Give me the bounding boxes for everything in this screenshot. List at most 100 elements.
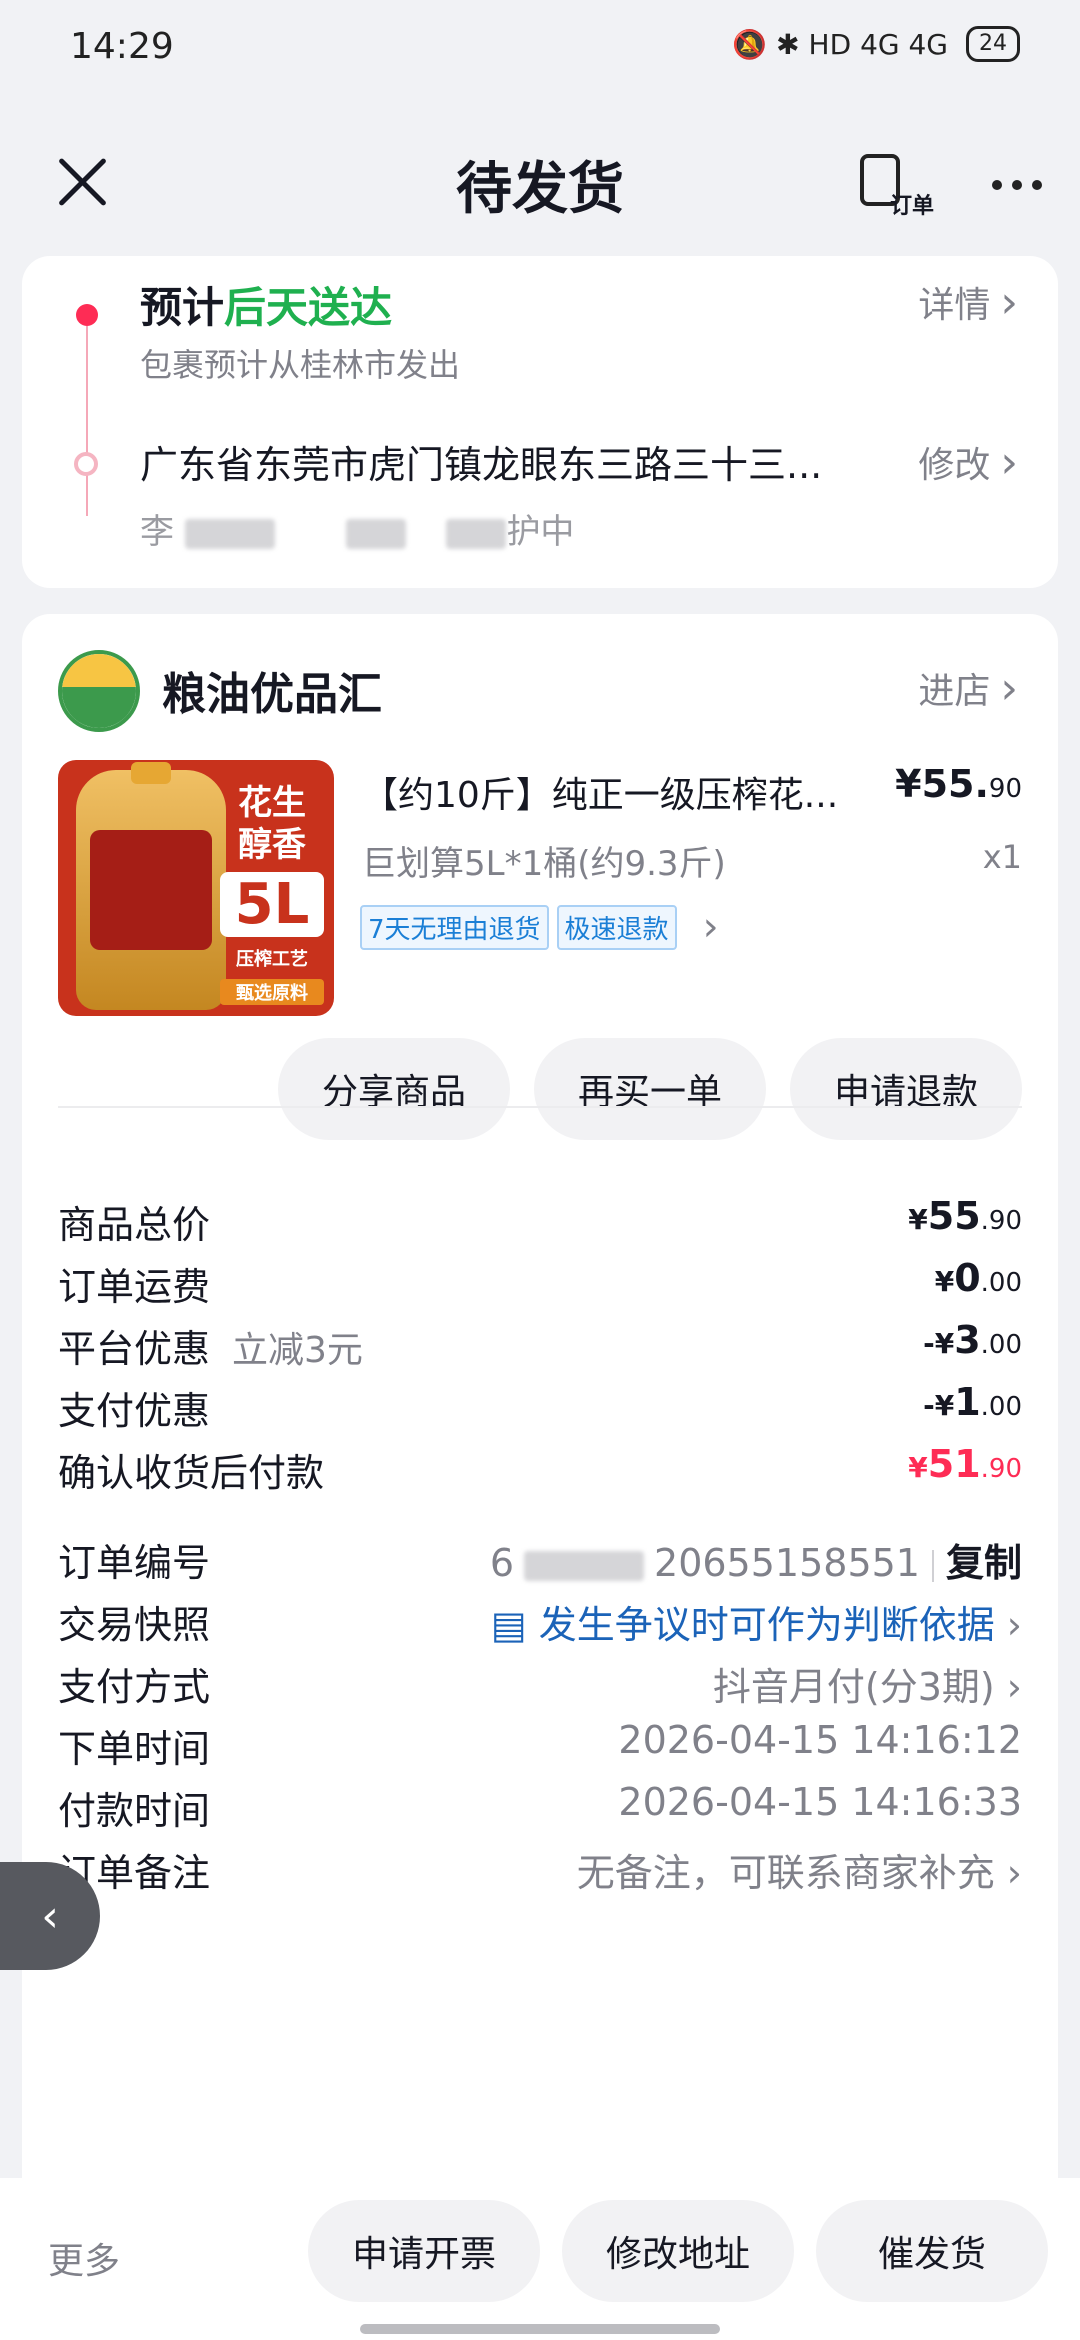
amount-sign: - (923, 1389, 935, 1422)
tag-select: 甄选原料 (220, 979, 324, 1005)
redacted-phone-2 (446, 518, 507, 549)
price-cents: 90 (988, 774, 1022, 804)
order-button-label: 订单 (890, 194, 935, 219)
amount-cents: .90 (980, 1454, 1022, 1484)
amount-main: 0 (954, 1256, 981, 1300)
row-pay-after-receipt: 确认收货后付款 ¥51.90 (58, 1442, 1022, 1502)
product-thumbnail[interactable]: 花生 醇香 5L 压榨工艺 甄选原料 (58, 760, 334, 1016)
chevron-right-icon: › (702, 904, 719, 950)
row-payment-method[interactable]: 支付方式 抖音月付(分3期) › (58, 1656, 1022, 1716)
row-amount: ¥0.00 (934, 1256, 1022, 1300)
product-price: ¥55.90 (895, 762, 1022, 806)
share-product-button[interactable]: 分享商品 (278, 1038, 510, 1140)
row-amount: ¥55.90 (908, 1194, 1022, 1238)
delivery-eta: 预计后天送达 (140, 274, 392, 335)
amount-cents: .00 (980, 1392, 1022, 1422)
modify-address-button[interactable]: 修改地址 (562, 2200, 794, 2302)
order-time-value: 2026-04-15 14:16:12 (618, 1718, 1022, 1762)
order-button[interactable]: 订单 (860, 148, 940, 219)
row-label: 商品总价 (58, 1203, 211, 1247)
shop-name[interactable]: 粮油优品汇 (162, 658, 382, 722)
row-amount: ¥51.90 (908, 1442, 1022, 1486)
shipping-address: 广东省东莞市虎门镇龙眼东三路三十三... (140, 443, 823, 487)
bottom-action-bar: 更多 申请开票 修改地址 催发货 (0, 2178, 1080, 2340)
home-indicator (360, 2324, 720, 2334)
row-snapshot[interactable]: 交易快照 ▤ 发生争议时可作为判断依据 › (58, 1594, 1022, 1654)
chevron-left-icon: ‹ (41, 1890, 59, 1942)
more-button[interactable]: 更多 (48, 2232, 120, 2284)
delivery-detail-link[interactable]: 详情 (918, 276, 1018, 328)
request-invoice-button[interactable]: 申请开票 (308, 2200, 540, 2302)
document-icon: ▤ (490, 1603, 539, 1647)
oil-bottle-image (76, 762, 226, 1010)
order-number-value: 6 20655158551 复制 (490, 1532, 1022, 1587)
thumbnail-tag: 花生 醇香 5L 压榨工艺 甄选原料 (220, 782, 324, 1005)
service-badges[interactable]: 7天无理由退货 极速退款 › (360, 904, 719, 950)
product-spec: 巨划算5L*1桶(约9.3斤) (362, 844, 726, 884)
battery-icon: 24 (966, 26, 1020, 62)
recipient-info: 李 护中 (140, 504, 574, 553)
divider (58, 1106, 1022, 1108)
request-refund-button[interactable]: 申请退款 (790, 1038, 1022, 1140)
row-remark[interactable]: 订单备注 无备注，可联系商家补充 › (58, 1842, 1022, 1902)
row-pay-time: 付款时间 2026-04-15 14:16:33 (58, 1780, 1022, 1840)
label-text: 平台优惠 (58, 1327, 211, 1371)
top-header: 待发货 订单 (0, 110, 1080, 240)
buy-again-button[interactable]: 再买一单 (534, 1038, 766, 1140)
row-label: 下单时间 (58, 1727, 211, 1771)
price-main: ¥55. (895, 762, 989, 806)
row-order-time: 下单时间 2026-04-15 14:16:12 (58, 1718, 1022, 1778)
remark-text: 无备注，可联系商家补充 (576, 1851, 995, 1895)
remark-value[interactable]: 无备注，可联系商家补充 › (577, 1842, 1022, 1897)
product-actions: 分享商品 再买一单 申请退款 (278, 1038, 1022, 1140)
enter-shop-link[interactable]: 进店 (918, 662, 1018, 714)
tag-size: 5L (220, 872, 324, 937)
amount-main: 3 (954, 1318, 981, 1362)
copy-button[interactable]: 复制 (946, 1541, 1022, 1585)
row-label: 交易快照 (58, 1603, 211, 1647)
order-card: 粮油优品汇 进店 花生 醇香 5L 压榨工艺 甄选原料 【约10斤】纯正一级压榨… (22, 614, 1058, 2254)
eta-prefix: 预计 (140, 283, 225, 332)
row-platform-discount: 平台优惠 立减3元 -¥3.00 (58, 1318, 1022, 1378)
status-icons: 🔕 ✱ HD 4G 4G 24 (732, 26, 1020, 62)
amount-main: 1 (954, 1380, 981, 1424)
row-label: 订单编号 (58, 1541, 211, 1585)
timeline-line (86, 326, 88, 516)
payment-method-value[interactable]: 抖音月付(分3期) › (713, 1656, 1022, 1711)
row-payment-discount: 支付优惠 -¥1.00 (58, 1380, 1022, 1440)
privacy-label: 护中 (506, 512, 575, 552)
order-no-suffix: 20655158551 (654, 1541, 920, 1585)
amount-main: 55 (927, 1194, 981, 1238)
modify-address-link[interactable]: 修改 (918, 436, 1018, 488)
row-amount: -¥3.00 (923, 1318, 1022, 1362)
discount-note: 立减3元 (232, 1330, 363, 1371)
enter-shop-label: 进店 (918, 671, 991, 712)
status-bar: 14:29 🔕 ✱ HD 4G 4G 24 (0, 0, 1080, 96)
row-order-number: 订单编号 6 20655158551 复制 (58, 1532, 1022, 1592)
row-amount: -¥1.00 (923, 1380, 1022, 1424)
product-name[interactable]: 【约10斤】纯正一级压榨花... (362, 766, 852, 818)
amount-main: 51 (927, 1442, 981, 1486)
tag-line1: 花生 (238, 783, 306, 823)
snapshot-text: 发生争议时可作为判断依据 (538, 1603, 995, 1647)
amount-sign: - (923, 1327, 935, 1360)
order-no-prefix: 6 (489, 1541, 515, 1585)
urge-shipment-button[interactable]: 催发货 (816, 2200, 1048, 2302)
recipient-initial: 李 (140, 512, 174, 552)
timeline-dot-icon (76, 304, 98, 326)
detail-label: 详情 (918, 285, 991, 326)
address-dot-icon (74, 452, 98, 476)
row-label: 支付方式 (58, 1665, 211, 1709)
row-label: 确认收货后付款 (58, 1451, 325, 1495)
badge-return: 7天无理由退货 (360, 904, 549, 950)
amount-cents: .90 (980, 1206, 1022, 1236)
snapshot-value[interactable]: ▤ 发生争议时可作为判断依据 › (491, 1594, 1022, 1649)
redacted-name (184, 518, 275, 549)
amount-cents: .00 (980, 1330, 1022, 1360)
delivery-card: 预计后天送达 详情 包裹预计从桂林市发出 广东省东莞市虎门镇龙眼东三路三十三..… (22, 256, 1058, 588)
redacted-order-no (524, 1550, 645, 1581)
shop-logo[interactable] (58, 650, 140, 732)
more-icon[interactable] (992, 180, 1042, 190)
amount-cents: .00 (980, 1268, 1022, 1298)
row-goods-total: 商品总价 ¥55.90 (58, 1194, 1022, 1254)
